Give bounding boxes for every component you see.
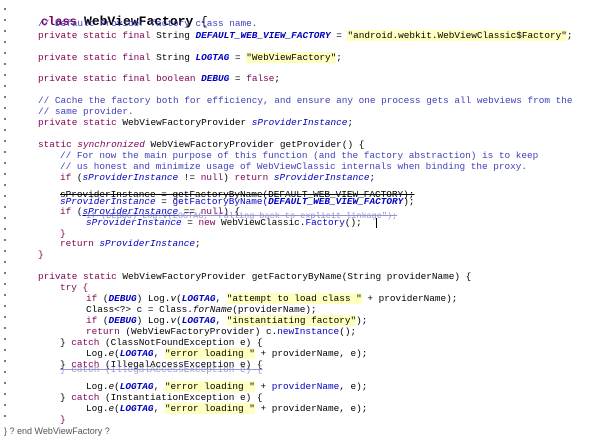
gutter-marker [4, 74, 6, 76]
gutter-marker [4, 85, 6, 87]
gutter-marker [4, 184, 6, 186]
code-line-if-null-check: if (sProviderInstance != null) return sP… [60, 172, 376, 183]
gutter-marker [4, 8, 6, 10]
gutter-marker [4, 360, 6, 362]
gutter-marker [4, 382, 6, 384]
gutter-marker [4, 393, 6, 395]
gutter-marker [4, 272, 6, 274]
gutter-marker [4, 283, 6, 285]
gutter-marker [4, 239, 6, 241]
code-line-close: } [38, 249, 44, 260]
gutter-marker [4, 316, 6, 318]
text-cursor [376, 218, 377, 228]
gutter-marker [4, 206, 6, 208]
gutter-marker [4, 371, 6, 373]
gutter-marker [4, 140, 6, 142]
gutter-marker [4, 107, 6, 109]
gutter-marker [4, 19, 6, 21]
gutter-marker [4, 118, 6, 120]
code-editor[interactable]: class WebViewFactory { // Default Provid… [0, 0, 606, 437]
gutter-marker [4, 195, 6, 197]
gutter-marker [4, 173, 6, 175]
gutter-marker [4, 338, 6, 340]
code-line-method-getfactorybyname: private static WebViewFactoryProvider ge… [38, 271, 472, 282]
code-line-return: return sProviderInstance; [60, 238, 201, 249]
code-line-field-debug: private static final boolean DEBUG = fal… [38, 73, 280, 84]
gutter-marker [4, 404, 6, 406]
gutter-marker [4, 41, 6, 43]
code-line-comment: // Default Provider factory class name. [38, 18, 258, 29]
code-line-new-classic: sProviderInstance = new WebViewClassic.F… [86, 217, 362, 228]
gutter-marker [4, 228, 6, 230]
gutter-marker [4, 305, 6, 307]
code-line-try: try { [60, 282, 89, 293]
code-line-field-instance: private static WebViewFactoryProvider sP… [38, 117, 354, 128]
gutter-marker [4, 217, 6, 219]
gutter-marker [4, 250, 6, 252]
gutter-marker [4, 63, 6, 65]
gutter-marker [4, 327, 6, 329]
code-line-field-default-factory: private static final String DEFAULT_WEB_… [38, 30, 573, 41]
gutter-marker [4, 52, 6, 54]
gutter-marker [4, 96, 6, 98]
code-line-field-logtag: private static final String LOGTAG = "We… [38, 52, 342, 63]
gutter-marker [4, 129, 6, 131]
code-folding-end-marker: } ? end WebViewFactory ? [4, 426, 110, 436]
gutter-marker [4, 415, 6, 417]
gutter-marker [4, 261, 6, 263]
gutter-marker [4, 349, 6, 351]
gutter-marker [4, 294, 6, 296]
gutter-marker [4, 162, 6, 164]
code-line-catch-illegalaccess-dup: } catch (IllegalAccessException e) { [60, 364, 263, 375]
code-line-log-error: Log.e(LOGTAG, "error loading " + provide… [86, 403, 368, 414]
gutter-marker [4, 30, 6, 32]
gutter-marker [4, 151, 6, 153]
code-line-class-decl: class WebViewFactory { [40, 14, 208, 30]
